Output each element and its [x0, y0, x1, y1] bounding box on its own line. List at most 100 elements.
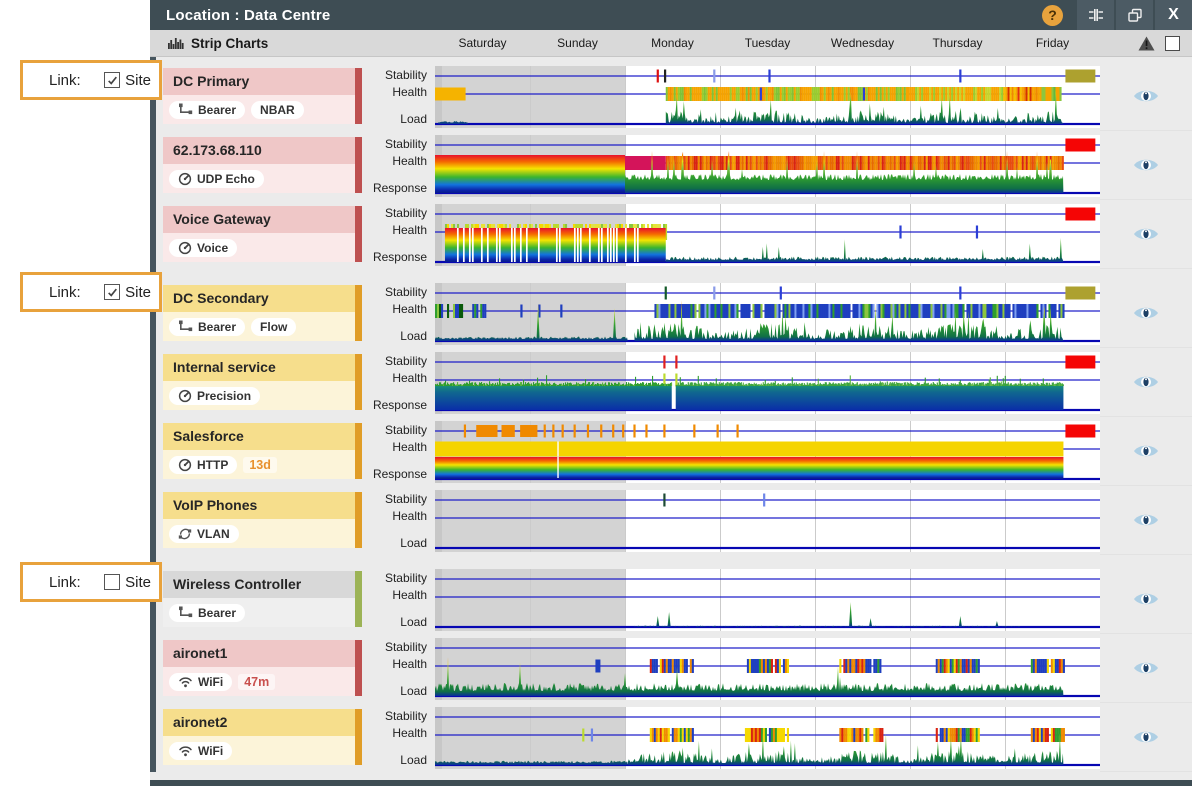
monitor-card-udp-echo-62-173-68-110[interactable]: 62.173.68.110UDP Echo [163, 137, 362, 193]
monitor-name: DC Primary [163, 68, 362, 95]
window-bottom-frame [150, 780, 1192, 786]
status-accent-bar [355, 354, 362, 410]
day-label-monday: Monday [625, 30, 720, 57]
strip-chart-dc-secondary[interactable] [435, 283, 1100, 345]
view-details-eye-icon[interactable] [1133, 590, 1159, 608]
view-details-eye-icon[interactable] [1133, 225, 1159, 243]
monitor-tags: WiFi47m [163, 667, 362, 696]
monitor-card-dc-primary[interactable]: DC PrimaryBearerNBAR [163, 68, 362, 124]
duration-badge: 47m [238, 674, 275, 690]
monitor-card-salesforce[interactable]: SalesforceHTTP13d [163, 423, 362, 479]
view-details-eye-icon[interactable] [1133, 304, 1159, 322]
monitor-row-dc-secondary: DC SecondaryBearerFlowStabilityHealthLoa… [150, 279, 1192, 348]
day-label-saturday: Saturday [435, 30, 530, 57]
monitor-row-aironet1: aironet1WiFi47mStabilityHealthLoad [150, 634, 1192, 703]
monitor-tags: HTTP13d [163, 450, 362, 479]
monitor-card-voip-phones[interactable]: VoIP PhonesVLAN [163, 492, 362, 548]
monitor-name: Internal service [163, 354, 362, 381]
metric-label-health: Health [392, 223, 427, 237]
monitor-card-internal-service[interactable]: Internal servicePrecision [163, 354, 362, 410]
strip-chart-voip-phones[interactable] [435, 490, 1100, 552]
site-checkbox[interactable] [104, 72, 120, 88]
site-label: Site [125, 72, 151, 89]
strip-charts-window: Location : Data Centre ? X [150, 0, 1192, 786]
metric-label-health: Health [392, 154, 427, 168]
monitor-name: Wireless Controller [163, 571, 362, 598]
metric-label-health: Health [392, 657, 427, 671]
metric-label-load: Load [400, 536, 427, 550]
monitor-name: Salesforce [163, 423, 362, 450]
bearer-icon [178, 103, 193, 116]
monitor-row-voice-gateway: Voice GatewayVoiceStabilityHealthRespons… [150, 200, 1192, 269]
strip-chart-aironet1[interactable] [435, 638, 1100, 700]
view-details-eye-icon[interactable] [1133, 87, 1159, 105]
monitor-card-wireless-controller[interactable]: Wireless ControllerBearer [163, 571, 362, 627]
view-details-eye-icon[interactable] [1133, 511, 1159, 529]
monitor-tags: Precision [163, 381, 362, 410]
metric-labels: StabilityHealthResponse [362, 135, 435, 197]
site-checkbox[interactable] [104, 574, 120, 590]
window-titlebar: Location : Data Centre ? X [150, 0, 1192, 30]
monitor-tags: Voice [163, 233, 362, 262]
tag-label: NBAR [260, 103, 295, 117]
metric-label-stability: Stability [385, 423, 427, 437]
monitor-tags: Bearer [163, 598, 362, 627]
metric-label-load: Load [400, 112, 427, 126]
wifi-icon [178, 675, 193, 688]
page: Link:SiteLink:SiteLink:Site Location : D… [0, 0, 1192, 786]
view-details-eye-icon[interactable] [1133, 442, 1159, 460]
day-axis-labels: SaturdaySundayMondayTuesdayWednesdayThur… [435, 30, 1100, 57]
strip-chart-dc-primary[interactable] [435, 66, 1100, 128]
strip-chart-aironet2[interactable] [435, 707, 1100, 769]
metric-labels: StabilityHealthResponse [362, 352, 435, 414]
site-checkbox[interactable] [104, 284, 120, 300]
status-accent-bar [355, 423, 362, 479]
duration-badge: 13d [243, 457, 277, 473]
view-details-eye-icon[interactable] [1133, 659, 1159, 677]
help-icon[interactable]: ? [1042, 5, 1063, 26]
monitor-name: Voice Gateway [163, 206, 362, 233]
bearer-icon [178, 320, 193, 333]
tag-nbar: NBAR [251, 101, 304, 119]
status-accent-bar [355, 492, 362, 548]
metric-labels: StabilityHealthLoad [362, 707, 435, 769]
strip-charts-body: DC PrimaryBearerNBARStabilityHealthLoad6… [150, 57, 1192, 772]
metric-label-health: Health [392, 509, 427, 523]
metric-labels: StabilityHealthLoad [362, 490, 435, 552]
tag-label: Flow [260, 320, 287, 334]
row-gutter [1100, 131, 1192, 200]
row-gutter [1100, 279, 1192, 348]
strip-chart-udp-echo-62-173-68-110[interactable] [435, 135, 1100, 197]
metric-label-health: Health [392, 371, 427, 385]
view-details-eye-icon[interactable] [1133, 373, 1159, 391]
monitor-card-aironet1[interactable]: aironet1WiFi47m [163, 640, 362, 696]
strip-chart-internal-service[interactable] [435, 352, 1100, 414]
monitor-row-wireless-controller: Wireless ControllerBearerStabilityHealth… [150, 565, 1192, 634]
collapse-icon[interactable] [1077, 0, 1114, 30]
monitor-card-dc-secondary[interactable]: DC Secondary Bearer Flow [163, 285, 362, 341]
tag-label: Bearer [198, 320, 236, 334]
tag-bearer: Bearer [169, 318, 245, 336]
view-details-eye-icon[interactable] [1133, 156, 1159, 174]
gauge-icon [178, 458, 192, 472]
popout-window-icon[interactable] [1116, 0, 1153, 30]
monitor-name: DC Secondary [163, 285, 362, 312]
row-gutter [1100, 486, 1192, 555]
view-details-eye-icon[interactable] [1133, 728, 1159, 746]
strip-chart-salesforce[interactable] [435, 421, 1100, 483]
metric-label-response: Response [373, 181, 427, 195]
day-label-sunday: Sunday [530, 30, 625, 57]
link-label: Link: [49, 72, 81, 89]
metric-label-response: Response [373, 250, 427, 264]
strip-chart-wireless-controller[interactable] [435, 569, 1100, 631]
monitor-card-aironet2[interactable]: aironet2WiFi [163, 709, 362, 765]
monitor-card-voice-gateway[interactable]: Voice GatewayVoice [163, 206, 362, 262]
day-label-thursday: Thursday [910, 30, 1005, 57]
monitor-name: 62.173.68.110 [163, 137, 362, 164]
alerts-only-checkbox[interactable] [1165, 36, 1180, 51]
close-icon[interactable]: X [1155, 0, 1192, 30]
metric-labels: StabilityHealthLoad [362, 66, 435, 128]
titlebar-buttons: ? X [1042, 0, 1192, 30]
strip-chart-voice-gateway[interactable] [435, 204, 1100, 266]
row-gutter [1100, 62, 1192, 131]
